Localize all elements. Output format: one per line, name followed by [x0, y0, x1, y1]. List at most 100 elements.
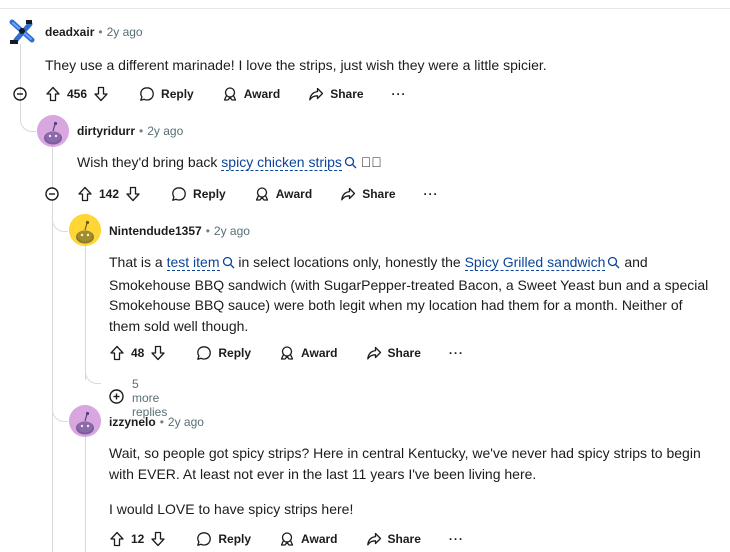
award-button[interactable]: Award [279, 531, 338, 547]
downvote-icon[interactable] [125, 186, 141, 202]
vote-score: 48 [131, 346, 145, 360]
username[interactable]: Nintendude1357 [109, 224, 202, 238]
username[interactable]: deadxair [45, 25, 94, 39]
search-link-text[interactable]: spicy chicken strips [221, 154, 342, 171]
upvote-icon[interactable] [109, 345, 125, 361]
speech-bubble-icon [196, 345, 212, 361]
comment-text-paragraph: Wait, so people got spicy strips? Here i… [109, 445, 701, 482]
vote-score: 12 [131, 532, 145, 546]
award-icon [279, 345, 295, 361]
separator-dot: • [159, 415, 164, 429]
reply-label: Reply [218, 346, 252, 360]
vote-group: 48 [109, 345, 166, 361]
reply-button[interactable]: Reply [196, 531, 251, 547]
timestamp[interactable]: 2y ago [147, 124, 183, 138]
share-button[interactable]: Share [340, 186, 396, 202]
reply-button[interactable]: Reply [196, 345, 251, 361]
vote-group: 456 [45, 86, 109, 102]
separator-dot: • [139, 124, 144, 138]
collapse-thread-button[interactable] [13, 87, 27, 101]
award-button[interactable]: Award [279, 345, 338, 361]
reply-label: Reply [193, 187, 226, 201]
snoo-avatar-icon [69, 214, 101, 246]
award-icon [254, 186, 270, 202]
thread-connector [52, 200, 68, 232]
downvote-icon[interactable] [150, 345, 166, 361]
comment-text: They use a different marinade! I love th… [45, 57, 547, 73]
vote-group: 142 [77, 186, 141, 202]
share-button[interactable]: Share [366, 345, 421, 361]
award-button[interactable]: Award [254, 186, 312, 202]
username[interactable]: dirtyridurr [77, 124, 135, 138]
share-button[interactable]: Share [308, 86, 364, 102]
minus-circle-icon [13, 87, 27, 101]
downvote-icon[interactable] [150, 531, 166, 547]
upvote-icon[interactable] [77, 186, 93, 202]
more-options-button[interactable]: ··· [449, 346, 464, 360]
award-button[interactable]: Award [222, 86, 280, 102]
vote-score: 456 [67, 87, 88, 101]
thread-line [52, 146, 53, 188]
comment-text: That is a test item in select locations … [109, 252, 709, 336]
upvote-icon[interactable] [45, 86, 61, 102]
separator-dot: • [98, 25, 103, 39]
ellipsis-icon: ··· [448, 532, 464, 546]
timestamp[interactable]: 2y ago [168, 415, 204, 429]
vote-score: 142 [99, 187, 120, 201]
reply-button[interactable]: Reply [139, 86, 194, 102]
share-icon [340, 186, 356, 202]
search-link[interactable]: spicy chicken strips [221, 154, 357, 171]
comment-header: deadxair • 2y ago [45, 22, 143, 42]
comment-header: dirtyridurr • 2y ago [77, 121, 183, 141]
search-link[interactable]: Spicy Grilled sandwich [464, 254, 621, 271]
share-button[interactable]: Share [366, 531, 421, 547]
snoo-avatar-icon [37, 115, 69, 147]
share-icon [308, 86, 324, 102]
reply-label: Reply [161, 87, 194, 101]
speech-bubble-icon [196, 531, 212, 547]
share-label: Share [387, 346, 421, 360]
plus-circle-icon [109, 389, 124, 407]
more-options-button[interactable]: ··· [449, 532, 464, 546]
award-icon [222, 86, 238, 102]
award-label: Award [301, 346, 338, 360]
top-divider [0, 8, 730, 9]
downvote-icon[interactable] [93, 86, 109, 102]
upvote-icon[interactable] [109, 531, 125, 547]
comment-text: Wish they'd bring back spicy chicken str… [77, 152, 697, 175]
comment-actions: 142 Reply Award Share ··· [77, 182, 439, 206]
separator-dot: • [205, 224, 210, 238]
speech-bubble-icon [171, 186, 187, 202]
avatar[interactable] [37, 115, 69, 147]
collapse-thread-button[interactable] [45, 187, 59, 201]
more-options-button[interactable]: ··· [424, 187, 439, 201]
comment-text-paragraph: I would LOVE to have spicy strips here! [109, 501, 354, 517]
avatar[interactable] [69, 405, 101, 437]
speech-bubble-icon [139, 86, 155, 102]
ellipsis-icon: ··· [423, 187, 439, 201]
timestamp[interactable]: 2y ago [214, 224, 250, 238]
username[interactable]: izzynelo [109, 415, 156, 429]
search-icon [344, 154, 357, 175]
avatar[interactable] [8, 18, 36, 46]
vote-group: 12 [109, 531, 166, 547]
search-icon [222, 254, 235, 275]
share-icon [366, 531, 382, 547]
more-options-button[interactable]: ··· [392, 87, 407, 101]
share-label: Share [387, 532, 421, 546]
thread-connector [52, 400, 68, 422]
avatar[interactable] [69, 214, 101, 246]
share-icon [366, 345, 382, 361]
award-label: Award [243, 87, 281, 101]
timestamp[interactable]: 2y ago [107, 25, 143, 39]
search-link-text[interactable]: Spicy Grilled sandwich [464, 254, 606, 271]
thread-line [85, 436, 86, 552]
comment-text-segment: That is a [109, 254, 167, 270]
comment-header: Nintendude1357 • 2y ago [109, 221, 250, 241]
search-link-text[interactable]: test item [166, 254, 220, 271]
thread-connector [85, 360, 101, 384]
share-label: Share [362, 187, 396, 201]
comment-actions: 12 Reply Award Share ··· [109, 527, 464, 551]
reply-button[interactable]: Reply [171, 186, 226, 202]
search-link[interactable]: test item [166, 254, 235, 271]
